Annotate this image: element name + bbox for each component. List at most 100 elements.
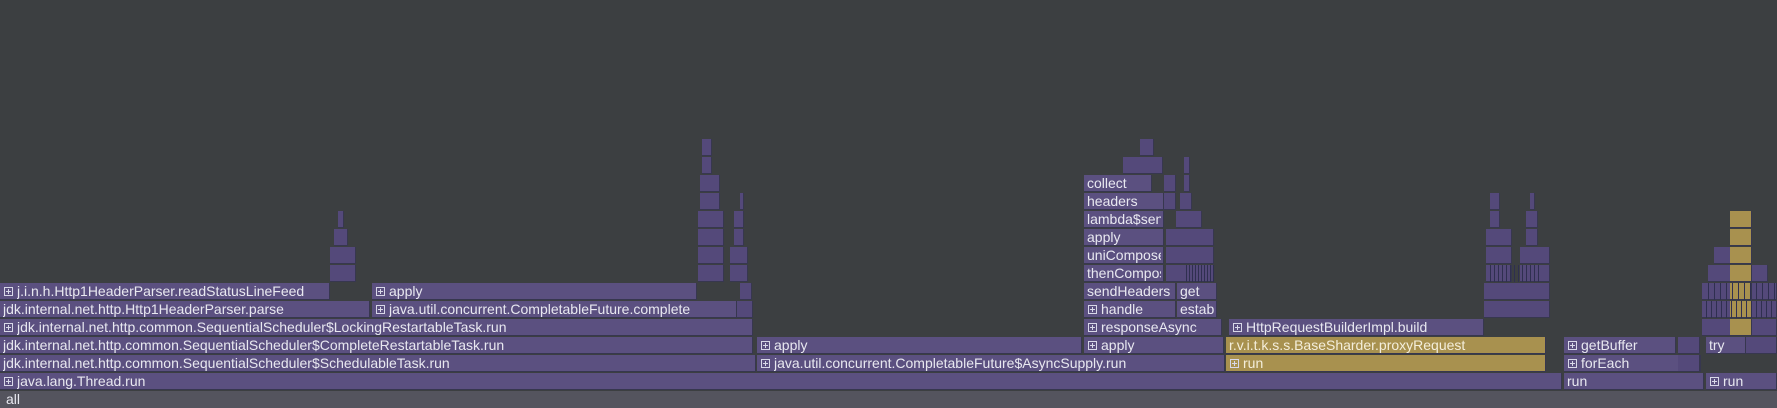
frame-slice[interactable]	[1164, 193, 1176, 210]
frame-slice[interactable]	[1184, 175, 1190, 192]
frame-slice[interactable]	[330, 265, 356, 282]
frame-parser-parse[interactable]: jdk.internal.net.http.Http1HeaderParser.…	[0, 301, 370, 318]
frame-read-status-line-feed[interactable]: j.i.n.h.Http1HeaderParser.readStatusLine…	[0, 283, 330, 300]
frame-lambda-send[interactable]: lambda$send	[1084, 211, 1164, 228]
frame-slice[interactable]	[1678, 355, 1700, 372]
expand-icon[interactable]	[376, 305, 385, 314]
expand-icon[interactable]	[761, 359, 770, 368]
frame-slice[interactable]	[740, 283, 752, 300]
frame-get[interactable]: get	[1177, 283, 1217, 300]
frame-thread-run[interactable]: java.lang.Thread.run	[0, 373, 1562, 390]
frame-slice[interactable]	[1526, 229, 1538, 246]
frame-handle[interactable]: handle	[1084, 301, 1176, 318]
expand-icon[interactable]	[1568, 341, 1577, 350]
expand-icon[interactable]	[1088, 341, 1097, 350]
frame-slice[interactable]	[330, 247, 356, 264]
expand-icon[interactable]	[4, 323, 13, 332]
frame-slice[interactable]	[740, 193, 744, 210]
frame-then-compose[interactable]: thenCompose	[1084, 265, 1164, 282]
frame-headers[interactable]: headers	[1084, 193, 1164, 210]
frame-slice[interactable]	[730, 247, 748, 264]
frame-slice[interactable]	[1164, 175, 1176, 192]
frame-slice[interactable]	[1184, 157, 1190, 174]
expand-icon[interactable]	[376, 287, 385, 296]
frame-slice[interactable]	[1176, 211, 1202, 228]
frame-async-supply-run[interactable]: java.util.concurrent.CompletableFuture$A…	[757, 355, 1225, 372]
frame-run-a[interactable]: run	[1564, 373, 1704, 390]
frame-slice-hl[interactable]	[1730, 283, 1752, 300]
frame-uni-compose[interactable]: uniCompose	[1084, 247, 1164, 264]
expand-icon[interactable]	[4, 287, 13, 296]
frame-request-build[interactable]: HttpRequestBuilderImpl.build	[1229, 319, 1484, 336]
frame-proxy-request[interactable]: r.v.i.t.k.s.s.BaseSharder.proxyRequest	[1226, 337, 1546, 354]
frame-slice[interactable]	[1530, 193, 1535, 210]
frame-slice[interactable]	[1486, 247, 1512, 264]
frame-slice[interactable]	[1490, 211, 1500, 228]
frame-schedulable-task-run[interactable]: jdk.internal.net.http.common.SequentialS…	[0, 355, 756, 372]
frame-slice[interactable]	[1140, 139, 1154, 156]
frame-slice[interactable]	[1520, 247, 1550, 264]
frame-slice-hl[interactable]	[1730, 211, 1752, 228]
expand-icon[interactable]	[1088, 323, 1097, 332]
frame-slice[interactable]	[1180, 193, 1192, 210]
frame-slice-hl[interactable]	[1730, 247, 1752, 264]
expand-icon[interactable]	[761, 341, 770, 350]
frame-apply-c[interactable]: apply	[372, 283, 697, 300]
frame-slice[interactable]	[1520, 265, 1550, 282]
frame-slice[interactable]	[1746, 337, 1777, 354]
frame-slice[interactable]	[702, 139, 712, 156]
frame-slice[interactable]	[1678, 337, 1700, 354]
frame-slice[interactable]	[734, 229, 744, 246]
frame-slice[interactable]	[734, 211, 744, 228]
frame-complete-restartable-run[interactable]: jdk.internal.net.http.common.SequentialS…	[0, 337, 753, 354]
frame-slice[interactable]	[1166, 247, 1214, 264]
frame-slice-hl[interactable]	[1730, 229, 1752, 246]
frame-send-headers[interactable]: sendHeaders	[1084, 283, 1176, 300]
frame-divider	[1530, 265, 1531, 282]
frame-slice[interactable]	[1123, 157, 1163, 174]
frame-slice[interactable]	[700, 175, 720, 192]
root-frame-all[interactable]: all	[0, 391, 1777, 408]
expand-icon[interactable]	[1088, 305, 1097, 314]
frame-get-buffer[interactable]: getBuffer	[1564, 337, 1676, 354]
frame-slice[interactable]	[1526, 211, 1538, 228]
frame-locking-restartable-run[interactable]: jdk.internal.net.http.common.SequentialS…	[0, 319, 753, 336]
frame-divider	[1714, 283, 1715, 300]
expand-icon[interactable]	[1568, 359, 1577, 368]
expand-icon[interactable]	[1230, 359, 1239, 368]
frame-label: run	[1567, 373, 1588, 389]
frame-slice[interactable]	[698, 265, 724, 282]
frame-slice[interactable]	[698, 229, 724, 246]
frame-run-b[interactable]: run	[1706, 373, 1777, 390]
frame-response-async[interactable]: responseAsync	[1084, 319, 1222, 336]
frame-label: headers	[1087, 193, 1138, 209]
frame-slice[interactable]	[1490, 193, 1500, 210]
frame-slice[interactable]	[1520, 301, 1550, 318]
frame-slice[interactable]	[334, 229, 348, 246]
frame-slice[interactable]	[737, 301, 753, 318]
frame-slice[interactable]	[1520, 283, 1550, 300]
frame-run-hl[interactable]: run	[1226, 355, 1546, 372]
frame-slice[interactable]	[1486, 229, 1512, 246]
frame-slice[interactable]	[698, 247, 724, 264]
frame-divider	[1711, 301, 1712, 318]
expand-icon[interactable]	[1710, 377, 1719, 386]
expand-icon[interactable]	[1233, 323, 1242, 332]
frame-apply-a[interactable]: apply	[757, 337, 1082, 354]
frame-slice[interactable]	[702, 157, 712, 174]
frame-estab[interactable]: estab	[1177, 301, 1217, 318]
frame-slice-hl[interactable]	[1730, 319, 1752, 336]
frame-slice-hl[interactable]	[1730, 265, 1752, 282]
frame-divider	[1186, 265, 1187, 282]
expand-icon[interactable]	[4, 377, 13, 386]
frame-apply-b[interactable]: apply	[1084, 337, 1224, 354]
frame-slice[interactable]	[338, 211, 344, 228]
frame-future-complete[interactable]: java.util.concurrent.CompletableFuture.c…	[372, 301, 737, 318]
frame-slice[interactable]	[1166, 229, 1214, 246]
frame-collect[interactable]: collect	[1084, 175, 1152, 192]
frame-slice[interactable]	[700, 193, 720, 210]
frame-slice[interactable]	[698, 211, 724, 228]
frame-slice[interactable]	[730, 265, 748, 282]
frame-try[interactable]: try	[1706, 337, 1746, 354]
frame-apply-d[interactable]: apply	[1084, 229, 1164, 246]
